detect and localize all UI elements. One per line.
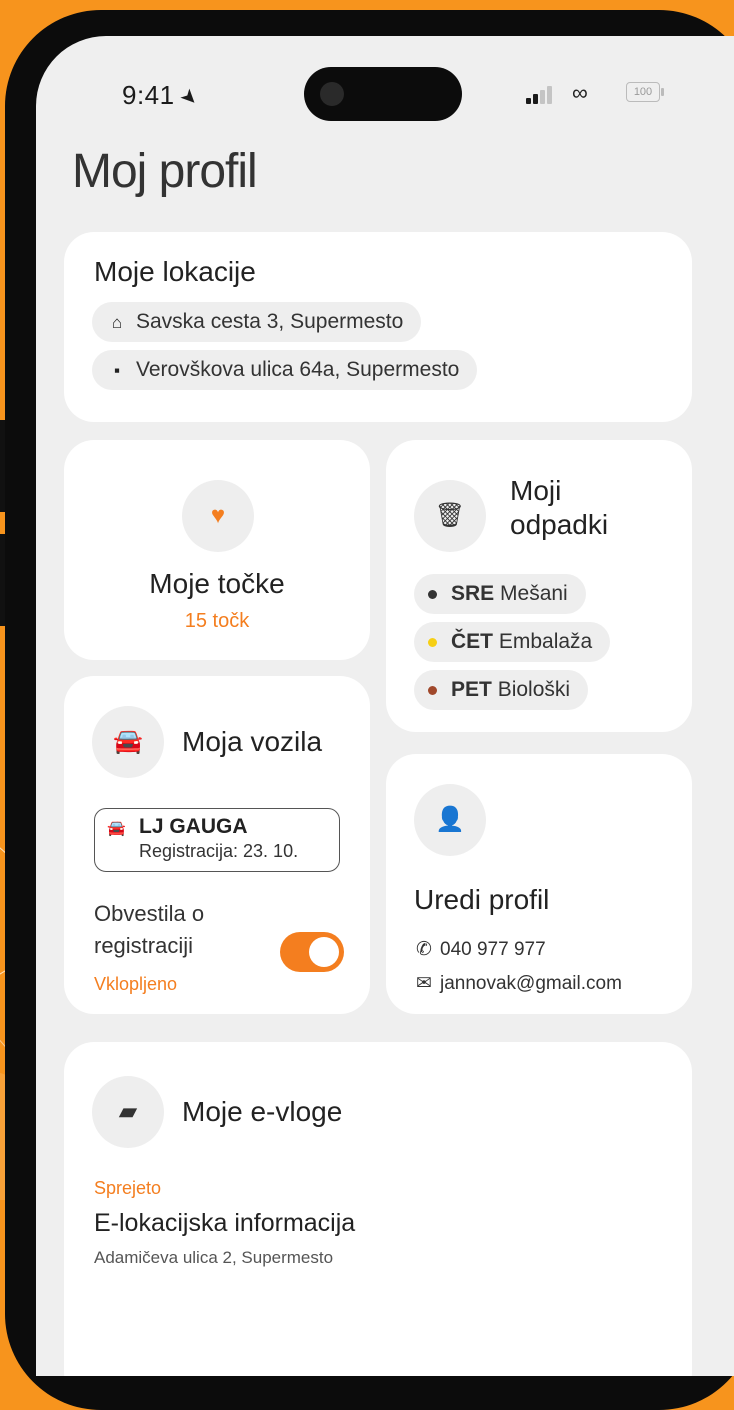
dynamic-island [304,67,462,121]
points-card[interactable]: ♥ Moje točke 15 točk [64,440,370,660]
points-value: 15 točk [184,610,250,632]
waste-item: ČET Embalaža [414,622,611,662]
waste-day: ČET [451,630,493,653]
waste-day: PET [451,678,492,701]
location-arrow-icon: ➤ [175,83,203,112]
signal-icon [526,86,554,104]
location-label: Verovškova ulica 64a, Supermesto [136,358,460,381]
status-bar: 9:41➤ ∞ 100 [36,36,734,126]
vehicle-registration: Registracija: 23. 10. [139,841,299,861]
waste-card[interactable]: 🗑 Moji odpadki SRE Mešani ČET Embalaža P… [386,440,692,732]
phone-frame: 9:41➤ ∞ 100 Moj profil Moje lokacije ⌂ Sa… [5,10,734,1410]
waste-day: SRE [451,582,495,605]
waste-item: SRE Mešani [414,574,586,614]
email-value: jannovak@gmail.com [440,973,622,994]
waste-title: Moji odpadki [510,474,608,542]
phone-row: ✆ 040 977 977 [416,938,546,961]
applications-title: Moje e-vloge [182,1096,343,1127]
notify-label: Obvestila o registraciji [94,898,204,962]
applications-card[interactable]: ▰ Moje e-vloge Sprejeto E-lokacijska inf… [64,1042,692,1376]
waste-title-line2: odpadki [510,509,609,540]
points-title: Moje točke [149,568,285,599]
location-item-home[interactable]: ⌂ Savska cesta 3, Supermesto [92,302,422,342]
toggle-knob [309,937,339,967]
car-icon: 🚘 [92,706,164,778]
location-item-work[interactable]: ▪ Verovškova ulica 64a, Supermesto [92,350,478,390]
vehicle-plate: LJ GAUGA [139,815,248,838]
waste-dot [428,685,437,695]
vehicles-title: Moja vozila [182,726,323,757]
waste-type: Mešani [500,582,568,605]
waste-item: PET Biološki [414,670,589,710]
notify-status: Vklopljeno [94,974,178,994]
application-item[interactable]: Sprejeto E-lokacijska informacija Adamič… [94,1178,654,1288]
phone-value: 040 977 977 [440,939,546,960]
status-time: 9:41➤ [122,80,203,112]
waste-title-line1: Moji [510,475,562,506]
profile-title: Uredi profil [414,884,550,915]
person-icon: 👤 [414,784,486,856]
waste-type: Embalaža [498,630,593,653]
document-icon: ▰ [92,1076,164,1148]
briefcase-icon: ▪ [113,361,121,380]
waste-dot [428,589,437,599]
mail-icon: ✉ [416,973,432,994]
profile-card[interactable]: 👤 Uredi profil ✆ 040 977 977 ✉ jannovak@gm… [386,754,692,1014]
location-label: Savska cesta 3, Supermesto [136,310,404,333]
application-status: Sprejeto [94,1178,162,1198]
waste-type: Biološki [497,678,571,701]
vehicle-item[interactable]: 🚘 LJ GAUGA Registracija: 23. 10. [94,808,340,872]
registration-toggle[interactable] [280,932,344,972]
vehicles-card[interactable]: 🚘 Moja vozila 🚘 LJ GAUGA Registracija: 2… [64,676,370,1014]
email-row: ✉ jannovak@gmail.com [416,972,622,995]
battery-icon: 100 [626,82,664,102]
notify-line2: registraciji [94,933,194,958]
locations-title: Moje lokacije [94,256,256,287]
application-name: E-lokacijska informacija [94,1209,356,1237]
link-icon: ∞ [572,80,588,105]
page-title: Moj profil [72,145,258,198]
trash-icon: 🗑 [414,480,486,552]
heart-icon: ♥ [182,480,254,552]
car-icon: 🚘 [107,820,126,837]
notify-line1: Obvestila o [94,901,205,926]
camera-icon [320,82,344,106]
phone-icon: ✆ [416,939,432,960]
screen: 9:41➤ ∞ 100 Moj profil Moje lokacije ⌂ Sa… [36,36,734,1376]
home-icon: ⌂ [111,313,123,332]
application-address: Adamičeva ulica 2, Supermesto [94,1248,334,1267]
locations-card[interactable]: Moje lokacije ⌂ Savska cesta 3, Supermest… [64,232,692,422]
waste-dot [428,637,437,647]
